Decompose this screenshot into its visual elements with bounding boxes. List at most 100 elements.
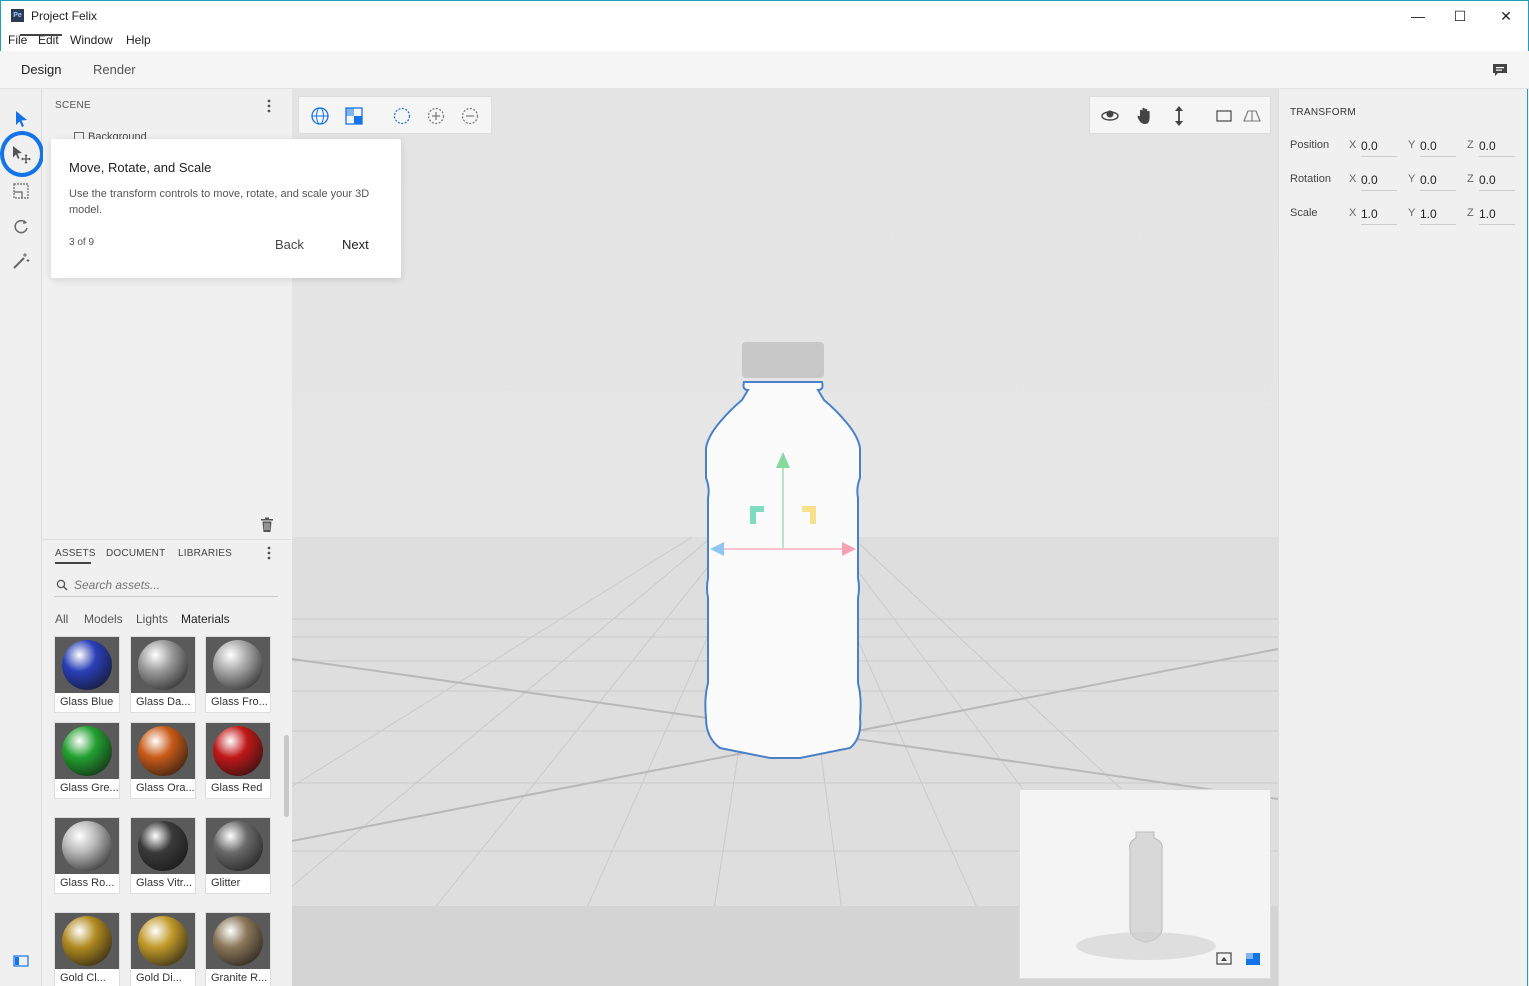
assets-more-icon[interactable] [264, 545, 274, 561]
trash-icon[interactable] [260, 517, 274, 533]
axis-label-y: Y [1408, 207, 1416, 219]
axis-label-y: Y [1408, 173, 1416, 185]
material-swatch [55, 913, 119, 969]
material-tile[interactable]: Glass Ro... [54, 817, 120, 894]
material-tile[interactable]: Gold Cl... [54, 912, 120, 986]
material-tile[interactable]: Glass Red [205, 722, 271, 799]
material-sphere [62, 726, 112, 776]
perspective-icon[interactable] [1242, 106, 1262, 126]
material-sphere [62, 640, 112, 690]
menu-window[interactable]: Window [70, 33, 113, 47]
material-tile[interactable]: Glass Da... [130, 636, 196, 713]
transform-row-label: Scale [1290, 207, 1318, 219]
material-swatch [55, 637, 119, 693]
preview-mode-icon[interactable] [1245, 952, 1261, 966]
transform-row-label: Position [1290, 139, 1330, 151]
material-tile[interactable]: Glass Ora... [130, 722, 196, 799]
transform-scale-z-field[interactable]: 1.0 [1479, 207, 1515, 225]
filter-all[interactable]: All [55, 612, 68, 626]
search-input[interactable] [74, 578, 274, 592]
transform-rotation-y-field[interactable]: 0.0 [1420, 173, 1456, 191]
frame-select-icon[interactable] [9, 179, 33, 203]
scene-title: SCENE [55, 100, 91, 111]
material-tile[interactable]: Glass Blue [54, 636, 120, 713]
axis-label-y: Y [1408, 139, 1416, 151]
tab-design[interactable]: Design [21, 62, 61, 77]
add-selection-icon[interactable] [426, 106, 446, 126]
menu-help[interactable]: Help [126, 33, 151, 47]
tour-back-button[interactable]: Back [275, 237, 304, 252]
frame-view-icon[interactable] [1214, 106, 1234, 126]
material-sphere [213, 726, 263, 776]
tool-bar [0, 89, 42, 986]
material-tile[interactable]: Glitter [205, 817, 271, 894]
minimize-button[interactable]: — [1395, 1, 1441, 31]
tab-document[interactable]: DOCUMENT [106, 548, 165, 559]
title-bar: Pe Project Felix — ☐ ✕ [0, 0, 1529, 30]
scene-more-icon[interactable] [264, 98, 274, 114]
assets-tab-indicator [55, 562, 91, 564]
transform-position-x-field[interactable]: 0.0 [1361, 139, 1397, 157]
transform-scale-x-field[interactable]: 1.0 [1361, 207, 1397, 225]
material-swatch [131, 913, 195, 969]
tab-libraries[interactable]: LIBRARIES [178, 548, 232, 559]
material-sphere [62, 821, 112, 871]
filter-models[interactable]: Models [84, 612, 123, 626]
material-tile[interactable]: Glass Fro... [205, 636, 271, 713]
tour-title: Move, Rotate, and Scale [69, 160, 212, 175]
material-label: Glass Red [211, 782, 263, 794]
axis-label-z: Z [1467, 207, 1474, 219]
orbit-icon[interactable] [1100, 106, 1120, 126]
material-label: Granite R... [211, 972, 268, 984]
comment-icon[interactable] [1492, 62, 1508, 78]
filter-lights[interactable]: Lights [136, 612, 168, 626]
material-sphere [213, 916, 263, 966]
material-tile[interactable]: Glass Vitr... [130, 817, 196, 894]
axis-label-x: X [1349, 207, 1357, 219]
material-label: Glass Da... [136, 696, 191, 708]
material-label: Glass Ora... [136, 782, 194, 794]
material-label: Gold Di... [136, 972, 182, 984]
material-tile[interactable]: Glass Gre... [54, 722, 120, 799]
maximize-button[interactable]: ☐ [1437, 1, 1483, 31]
material-tile[interactable]: Gold Di... [130, 912, 196, 986]
material-swatch [55, 818, 119, 874]
search-icon [56, 579, 68, 594]
material-swatch [131, 723, 195, 779]
transform-rotation-z-field[interactable]: 0.0 [1479, 173, 1515, 191]
material-sphere [138, 916, 188, 966]
transform-scale-y-field[interactable]: 1.0 [1420, 207, 1456, 225]
panel-toggle-icon[interactable] [9, 949, 33, 973]
close-button[interactable]: ✕ [1483, 1, 1529, 31]
magic-wand-icon[interactable] [9, 249, 33, 273]
snapshot-icon[interactable] [1216, 952, 1232, 966]
tour-next-button[interactable]: Next [342, 237, 369, 252]
material-label: Glass Ro... [60, 877, 115, 889]
material-swatch [55, 723, 119, 779]
pan-hand-icon[interactable] [1135, 106, 1155, 126]
rotate-view-icon[interactable] [9, 214, 33, 238]
dolly-icon[interactable] [1169, 106, 1189, 126]
transform-position-z-field[interactable]: 0.0 [1479, 139, 1515, 157]
material-label: Glass Gre... [60, 782, 118, 794]
transform-rotation-x-field[interactable]: 0.0 [1361, 173, 1397, 191]
material-tile[interactable]: Granite R... [205, 912, 271, 986]
material-mode-icon[interactable] [344, 106, 364, 126]
environment-icon[interactable] [310, 106, 330, 126]
render-preview[interactable] [1019, 789, 1271, 979]
select-tool-icon[interactable] [9, 107, 33, 131]
material-label: Glass Fro... [211, 696, 268, 708]
bottle-model[interactable] [700, 338, 870, 763]
material-swatch [206, 818, 270, 874]
filter-materials[interactable]: Materials [181, 612, 230, 626]
assets-scrollbar[interactable] [284, 735, 289, 817]
material-swatch [206, 913, 270, 969]
material-sphere [138, 726, 188, 776]
transform-position-y-field[interactable]: 0.0 [1420, 139, 1456, 157]
axis-label-z: Z [1467, 173, 1474, 185]
selection-circle-icon[interactable] [392, 106, 412, 126]
material-swatch [206, 723, 270, 779]
tab-render[interactable]: Render [93, 62, 136, 77]
subtract-selection-icon[interactable] [460, 106, 480, 126]
tab-assets[interactable]: ASSETS [55, 548, 96, 559]
